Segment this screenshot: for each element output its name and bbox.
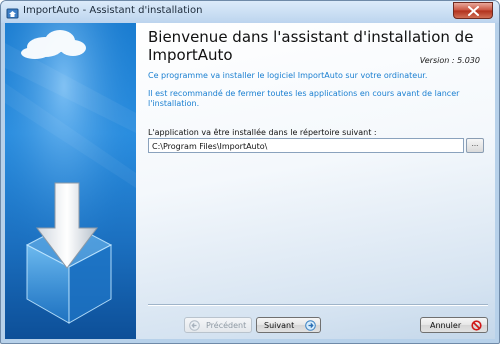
prohibited-icon — [471, 320, 482, 333]
arrow-right-icon — [305, 320, 316, 333]
install-box-arrow-illustration — [5, 23, 136, 339]
next-label: Suivant — [264, 321, 295, 330]
browse-button[interactable]: ... — [466, 138, 484, 153]
window-title: ImportAuto - Assistant d'installation — [23, 5, 203, 16]
title-bar[interactable]: ImportAuto - Assistant d'installation — [1, 1, 499, 23]
footer-separator — [148, 304, 488, 306]
install-path-input[interactable] — [148, 138, 464, 153]
close-icon — [468, 6, 479, 16]
wizard-client-area: Bienvenue dans l'assistant d'installatio… — [5, 23, 495, 339]
version-label: Version : 5.030 — [419, 56, 480, 65]
close-button[interactable] — [453, 2, 493, 19]
install-dir-label: L'application va être installée dans le … — [148, 128, 377, 137]
cancel-label: Annuler — [430, 321, 462, 330]
info-text-close-apps: Il est recommandé de fermer toutes les a… — [148, 89, 460, 108]
installer-window: ImportAuto - Assistant d'installation Bi… — [0, 0, 500, 344]
cancel-button[interactable]: Annuler — [420, 317, 488, 333]
previous-label: Précédent — [206, 321, 247, 330]
next-button[interactable]: Suivant — [256, 317, 321, 333]
previous-button[interactable]: Précédent — [184, 317, 252, 333]
info-text-install: Ce programme va installer le logiciel Im… — [148, 71, 428, 80]
arrow-left-icon — [189, 320, 200, 333]
sidebar-banner — [5, 23, 136, 339]
wizard-content: Bienvenue dans l'assistant d'installatio… — [136, 23, 495, 339]
app-icon — [6, 5, 19, 19]
